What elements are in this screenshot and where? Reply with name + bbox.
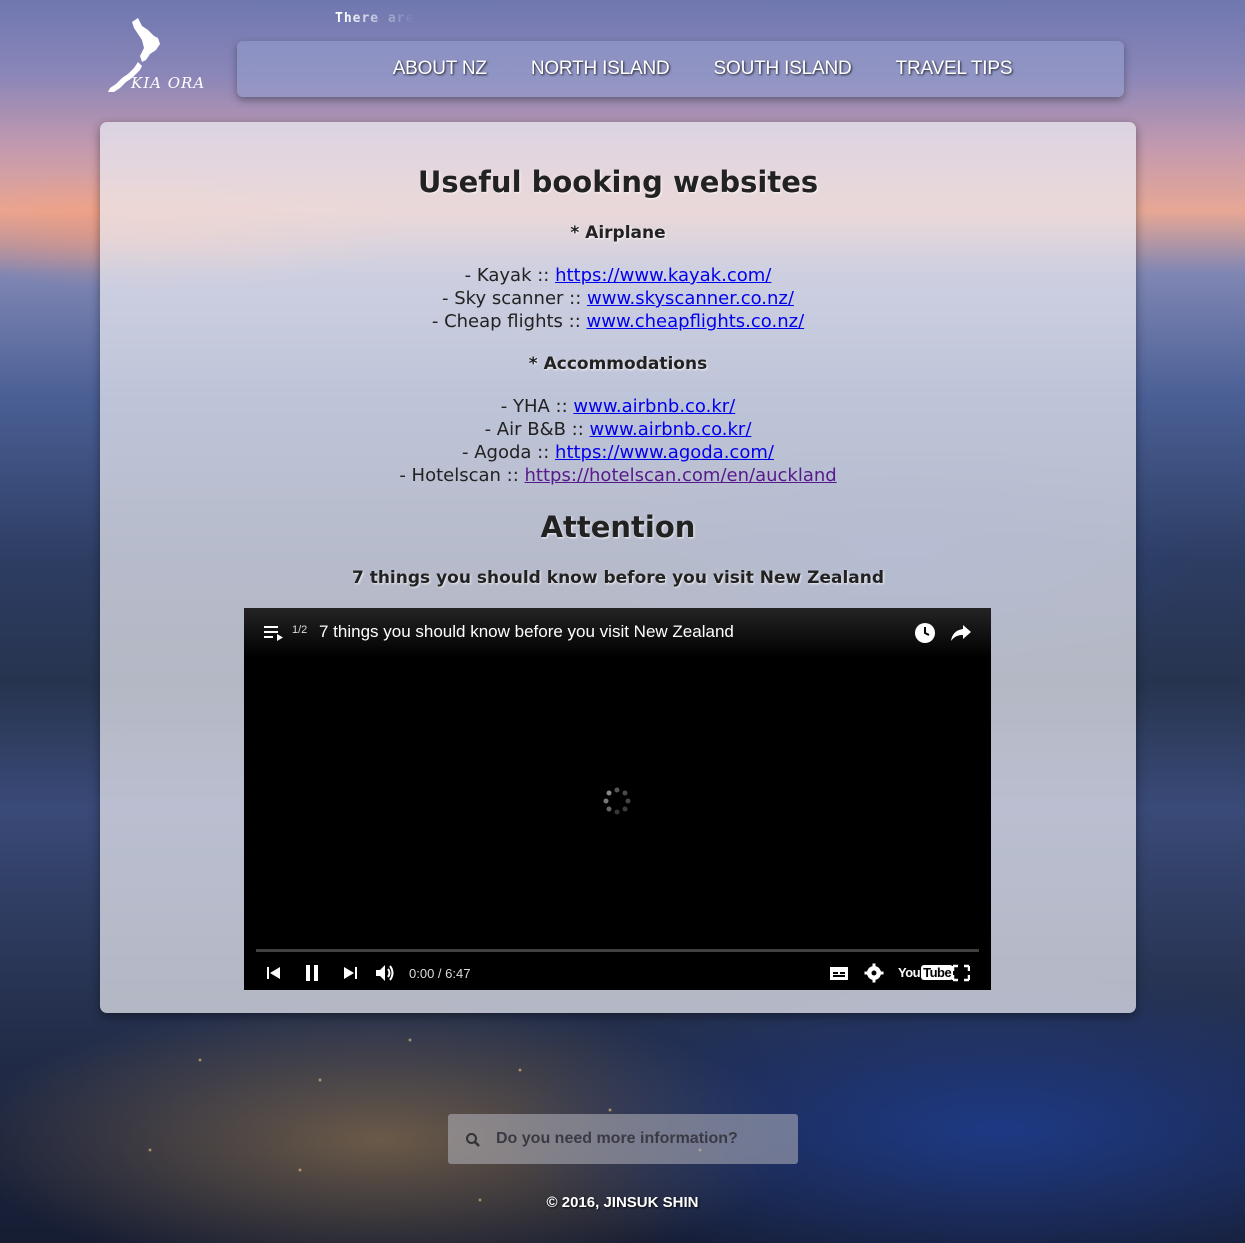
airplane-label: * Airplane (570, 223, 666, 243)
hotelscan-link[interactable]: https://hotelscan.com/en/auckland (525, 465, 837, 486)
airplane-links: - Kayak :: https://www.kayak.com/ - Sky … (100, 264, 1136, 333)
watch-later-icon[interactable] (914, 622, 936, 649)
playlist-icon[interactable] (264, 624, 286, 647)
logo[interactable]: KIA ORA (104, 16, 204, 98)
link-label: - Air B&B :: (484, 419, 590, 440)
playlist-count: 1/2 (292, 624, 308, 636)
nav-north-island[interactable]: NORTH ISLAND (531, 58, 670, 80)
link-label: - YHA :: (500, 396, 574, 417)
video-title[interactable]: 7 things you should know before you visi… (319, 622, 734, 642)
volume-icon[interactable] (375, 960, 397, 991)
nav-south-island[interactable]: SOUTH ISLAND (714, 58, 852, 80)
video-caption: 7 things you should know before you visi… (351, 568, 885, 588)
list-item: - Cheap flights :: www.cheapflights.co.n… (100, 310, 1136, 333)
logo-text: KIA ORA (131, 74, 206, 92)
share-icon[interactable] (950, 622, 972, 649)
list-item: - Air B&B :: www.airbnb.co.kr/ (100, 418, 1136, 441)
accommodation-links: - YHA :: www.airbnb.co.kr/ - Air B&B :: … (100, 395, 1136, 487)
agoda-link[interactable]: https://www.agoda.com/ (555, 442, 774, 463)
ticker-text: There are (335, 11, 415, 26)
previous-icon[interactable] (266, 960, 282, 991)
player-top-bar: 1/2 7 things you should know before you … (244, 608, 991, 658)
pause-icon[interactable] (304, 960, 320, 991)
kayak-link[interactable]: https://www.kayak.com/ (555, 265, 771, 286)
list-item: - Hotelscan :: https://hotelscan.com/en/… (100, 464, 1136, 487)
list-item: - YHA :: www.airbnb.co.kr/ (100, 395, 1136, 418)
player-controls: 0:00 / 6:47 You Tube (244, 960, 991, 988)
youtube-logo-you: You (898, 965, 921, 980)
list-item: - Sky scanner :: www.skyscanner.co.nz/ (100, 287, 1136, 310)
settings-gear-icon[interactable] (864, 960, 884, 991)
progress-bar[interactable] (256, 949, 979, 952)
nav-about-nz[interactable]: ABOUT NZ (393, 58, 487, 80)
nav-travel-tips[interactable]: TRAVEL TIPS (896, 58, 1013, 80)
content-panel: Useful booking websites * Airplane - Kay… (100, 122, 1136, 1013)
subtitles-icon[interactable] (829, 960, 849, 991)
main-nav: ABOUT NZ NORTH ISLAND SOUTH ISLAND TRAVE… (237, 41, 1124, 97)
attention-heading: Attention (540, 510, 696, 544)
cheapflights-link[interactable]: www.cheapflights.co.nz/ (587, 311, 805, 332)
next-icon[interactable] (342, 960, 358, 991)
video-player[interactable]: 1/2 7 things you should know before you … (244, 608, 991, 990)
youtube-logo-tube: Tube (921, 965, 954, 980)
search-box[interactable] (448, 1114, 798, 1164)
loading-spinner-icon (602, 786, 632, 821)
search-icon (465, 1132, 481, 1152)
time-display: 0:00 / 6:47 (409, 966, 471, 981)
skyscanner-link[interactable]: www.skyscanner.co.nz/ (587, 288, 794, 309)
fullscreen-icon[interactable] (951, 960, 971, 991)
link-label: - Cheap flights :: (431, 311, 587, 332)
link-label: - Sky scanner :: (442, 288, 587, 309)
accommodations-label: * Accommodations (528, 354, 708, 374)
airbnb-link[interactable]: www.airbnb.co.kr/ (590, 419, 752, 440)
yha-link[interactable]: www.airbnb.co.kr/ (573, 396, 735, 417)
list-item: - Kayak :: https://www.kayak.com/ (100, 264, 1136, 287)
link-label: - Agoda :: (462, 442, 556, 463)
link-label: - Kayak :: (464, 265, 556, 286)
footer-copyright: © 2016, JINSUK SHIN (546, 1194, 699, 1211)
youtube-logo[interactable]: You Tube (898, 965, 954, 980)
search-input[interactable] (496, 1128, 786, 1150)
link-label: - Hotelscan :: (399, 465, 525, 486)
page-title: Useful booking websites (417, 165, 819, 199)
list-item: - Agoda :: https://www.agoda.com/ (100, 441, 1136, 464)
